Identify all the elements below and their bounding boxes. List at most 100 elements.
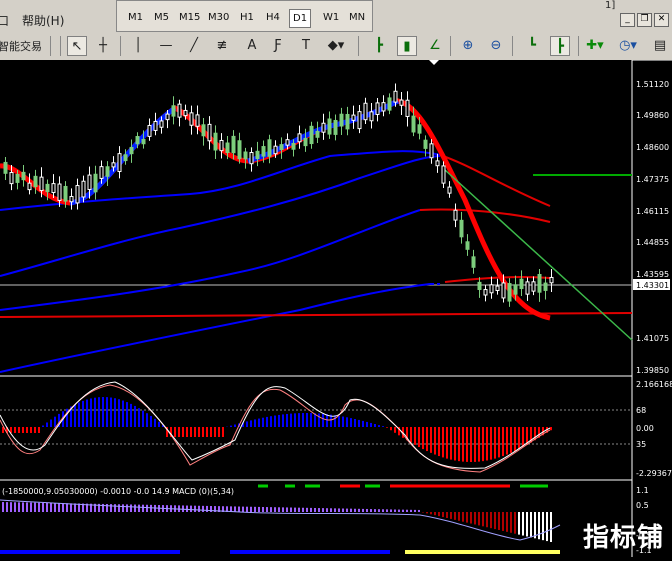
oscillator-bar xyxy=(362,421,364,427)
chart-shift-icon[interactable]: ┗ xyxy=(522,36,542,56)
text-icon[interactable]: A xyxy=(242,36,262,56)
timeframe-m30[interactable]: M30 xyxy=(205,9,232,26)
minimize-icon[interactable]: _ xyxy=(620,13,635,27)
macd-bar xyxy=(266,507,268,512)
timeframe-h4[interactable]: H4 xyxy=(263,9,283,26)
oscillator-bar xyxy=(250,420,252,427)
oscillator-bar xyxy=(150,416,152,427)
oscillator-bar xyxy=(42,425,44,427)
candlestick-icon[interactable]: ▮ xyxy=(397,36,417,56)
candle-body xyxy=(418,125,421,133)
candle-body xyxy=(526,282,529,294)
candle-body xyxy=(244,152,247,159)
macd-bar xyxy=(22,502,24,512)
oscillator-bar xyxy=(38,427,40,433)
macd-bar xyxy=(282,507,284,512)
oscillator-bar xyxy=(506,427,508,455)
macd-bar xyxy=(202,506,204,512)
macd-bar xyxy=(250,507,252,512)
timeframe-m1[interactable]: M1 xyxy=(125,9,146,26)
fibonacci-tools-icon[interactable]: Ƒ xyxy=(268,36,288,56)
oscillator-bar xyxy=(430,427,432,453)
fibonacci-icon[interactable]: ≢ xyxy=(212,36,232,56)
oscillator-bar xyxy=(30,427,32,433)
candle-body xyxy=(514,285,517,294)
macd-bar xyxy=(206,506,208,512)
macd-bar xyxy=(42,503,44,512)
timeframe-w1[interactable]: W1 xyxy=(320,9,342,26)
oscillator-bar xyxy=(122,401,124,427)
horizontal-line-icon[interactable]: — xyxy=(156,36,176,56)
oscillator-bar xyxy=(106,397,108,427)
close-icon[interactable]: ✕ xyxy=(654,13,669,27)
oscillator-bar xyxy=(246,421,248,427)
oscillator-bar xyxy=(94,398,96,427)
timeframe-mn[interactable]: MN xyxy=(346,9,368,26)
candle-body xyxy=(322,123,325,132)
macd-bar xyxy=(550,512,552,542)
macd-bar xyxy=(62,503,64,512)
cursor-icon[interactable]: ↖ xyxy=(67,36,87,56)
menu-item-edit-fragment[interactable]: 口 xyxy=(0,12,9,29)
timeframe-h1[interactable]: H1 xyxy=(237,9,257,26)
oscillator-bar xyxy=(450,427,452,460)
oscillator-bar xyxy=(214,427,216,437)
oscillator-axis-label: -2.29367 xyxy=(636,469,672,478)
timeframe-toolbar: M1 M5 M15 M30 H1 H4 D1 W1 MN xyxy=(116,0,373,32)
macd-bar xyxy=(386,509,388,512)
expert-advisors-button[interactable]: 智能交易 xyxy=(0,38,42,54)
macd-bar xyxy=(6,502,8,512)
macd-bar xyxy=(286,507,288,512)
candle-body xyxy=(268,140,271,157)
macd-bar xyxy=(186,506,188,512)
zoom-out-icon[interactable]: ⊖ xyxy=(486,36,506,56)
zoom-in-icon[interactable]: ⊕ xyxy=(458,36,478,56)
macd-bar xyxy=(534,512,536,538)
timeframe-m5[interactable]: M5 xyxy=(151,9,172,26)
vertical-line-icon[interactable]: │ xyxy=(128,36,148,56)
price-chart-svg[interactable]: 1.51120 1.49860 1.48600 1.47375 1.46115 … xyxy=(0,60,672,557)
macd-bar xyxy=(434,512,436,515)
oscillator-bar xyxy=(254,419,256,427)
oscillator-bar xyxy=(550,427,552,430)
restore-icon[interactable]: ❐ xyxy=(637,13,652,27)
add-indicator-icon[interactable]: ✚▾ xyxy=(585,36,605,56)
oscillator-bar xyxy=(190,427,192,437)
candle-body xyxy=(262,147,265,157)
oscillator-bar xyxy=(138,408,140,427)
oscillator-bar xyxy=(198,427,200,437)
text-label-icon[interactable]: T xyxy=(296,36,316,56)
auto-scroll-icon[interactable]: ┣ xyxy=(550,36,570,56)
price-tick-label: 1.51120 xyxy=(636,80,669,89)
chart-area[interactable]: 1.51120 1.49860 1.48600 1.47375 1.46115 … xyxy=(0,60,672,557)
candle-body xyxy=(136,137,139,144)
watermark-logo: 指标铺 xyxy=(583,517,664,554)
period-clock-icon[interactable]: ◷▾ xyxy=(618,36,638,56)
macd-bar xyxy=(58,503,60,512)
macd-bar xyxy=(126,504,128,512)
timeframe-d1[interactable]: D1 xyxy=(289,9,311,28)
oscillator-bar xyxy=(326,414,328,427)
oscillator-bar xyxy=(46,422,48,427)
shapes-dropdown-icon[interactable]: ◆▾ xyxy=(326,36,346,56)
oscillator-bar xyxy=(22,427,24,433)
candle-body xyxy=(208,124,211,140)
macd-bar xyxy=(238,507,240,512)
trend-line-icon[interactable]: ╱ xyxy=(184,36,204,56)
timeframe-m15[interactable]: M15 xyxy=(176,9,203,26)
candle-body xyxy=(448,187,451,193)
oscillator-bar xyxy=(186,427,188,437)
line-chart-icon[interactable]: ∠ xyxy=(425,36,445,56)
macd-bar xyxy=(70,503,72,512)
oscillator-bar xyxy=(298,413,300,427)
oscillator-bar xyxy=(482,427,484,461)
template-icon[interactable]: ▤ xyxy=(650,36,670,56)
menu-help[interactable]: 帮助(H) xyxy=(22,12,64,29)
bar-chart-icon[interactable]: ┣ xyxy=(369,36,389,56)
candle-body xyxy=(382,103,385,111)
oscillator-bar xyxy=(390,427,392,430)
oscillator-bar xyxy=(322,414,324,427)
crosshair-icon[interactable]: ┼ xyxy=(93,36,113,56)
oscillator-bar xyxy=(378,425,380,427)
oscillator-bar xyxy=(498,427,500,457)
